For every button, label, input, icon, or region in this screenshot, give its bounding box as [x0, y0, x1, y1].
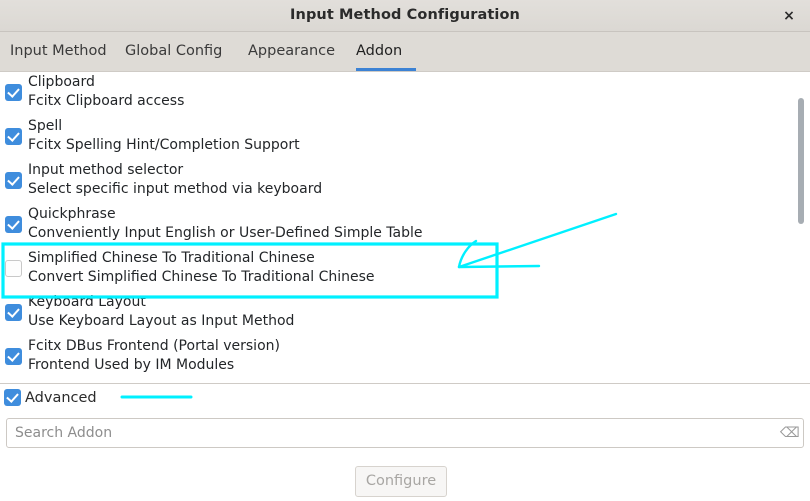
- tab-bar: Input Method Global Config Appearance Ad…: [0, 32, 810, 71]
- tab-appearance[interactable]: Appearance: [248, 32, 336, 71]
- tab-addon[interactable]: Addon: [356, 32, 416, 71]
- checkbox-checked-icon[interactable]: [5, 216, 22, 233]
- checkbox-checked-icon[interactable]: [5, 304, 22, 321]
- checkbox-checked-icon[interactable]: [5, 172, 22, 189]
- addon-description: Use Keyboard Layout as Input Method: [28, 313, 295, 329]
- checkbox-checked-icon[interactable]: [5, 348, 22, 365]
- tab-global-config[interactable]: Global Config: [125, 32, 228, 71]
- checkbox-unchecked-icon[interactable]: [5, 260, 22, 277]
- clear-search-icon[interactable]: ⌫: [780, 424, 800, 442]
- list-item[interactable]: Fcitx DBus Frontend (Portal version) Fro…: [0, 336, 795, 380]
- title-bar: Input Method Configuration ×: [0, 0, 810, 32]
- addon-description: Frontend Used by IM Modules: [28, 357, 235, 373]
- checkbox-checked-icon[interactable]: [5, 84, 22, 101]
- list-item[interactable]: Quickphrase Conveniently Input English o…: [0, 204, 795, 248]
- addon-title: Quickphrase: [28, 206, 116, 222]
- configure-button[interactable]: Configure: [355, 466, 447, 497]
- addon-description: Conveniently Input English or User-Defin…: [28, 225, 423, 241]
- checkbox-checked-icon[interactable]: [5, 128, 22, 145]
- advanced-label: Advanced: [25, 390, 97, 406]
- addon-title: Simplified Chinese To Traditional Chines…: [28, 250, 315, 266]
- addon-title: Keyboard Layout: [28, 294, 146, 310]
- addon-title: Input method selector: [28, 162, 184, 178]
- list-item[interactable]: Input method selector Select specific in…: [0, 160, 795, 204]
- list-item[interactable]: Spell Fcitx Spelling Hint/Completion Sup…: [0, 116, 795, 160]
- scrollbar-thumb[interactable]: [798, 98, 804, 224]
- addon-list-panel: Clipboard Fcitx Clipboard access Spell F…: [0, 71, 810, 383]
- list-item[interactable]: Keyboard Layout Use Keyboard Layout as I…: [0, 292, 795, 336]
- addon-description: Fcitx Spelling Hint/Completion Support: [28, 137, 300, 153]
- search-input[interactable]: Search Addon: [15, 419, 112, 447]
- close-icon[interactable]: ×: [778, 6, 800, 26]
- addon-description: Fcitx Clipboard access: [28, 93, 185, 109]
- list-item-simplified-to-traditional[interactable]: Simplified Chinese To Traditional Chines…: [0, 248, 795, 292]
- addon-description: Select specific input method via keyboar…: [28, 181, 323, 197]
- tab-input-method[interactable]: Input Method: [10, 32, 107, 71]
- addon-title: Fcitx DBus Frontend (Portal version): [28, 338, 280, 354]
- addon-list: Clipboard Fcitx Clipboard access Spell F…: [0, 72, 795, 380]
- addon-title: Clipboard: [28, 74, 95, 90]
- addon-title: Spell: [28, 118, 63, 134]
- list-item[interactable]: Clipboard Fcitx Clipboard access: [0, 72, 795, 116]
- search-addon-field[interactable]: Search Addon ⌫: [6, 418, 804, 448]
- addon-description: Convert Simplified Chinese To Traditiona…: [28, 269, 375, 285]
- window-title: Input Method Configuration: [290, 7, 520, 23]
- advanced-row[interactable]: Advanced: [0, 384, 810, 412]
- advanced-checkbox[interactable]: [4, 389, 21, 406]
